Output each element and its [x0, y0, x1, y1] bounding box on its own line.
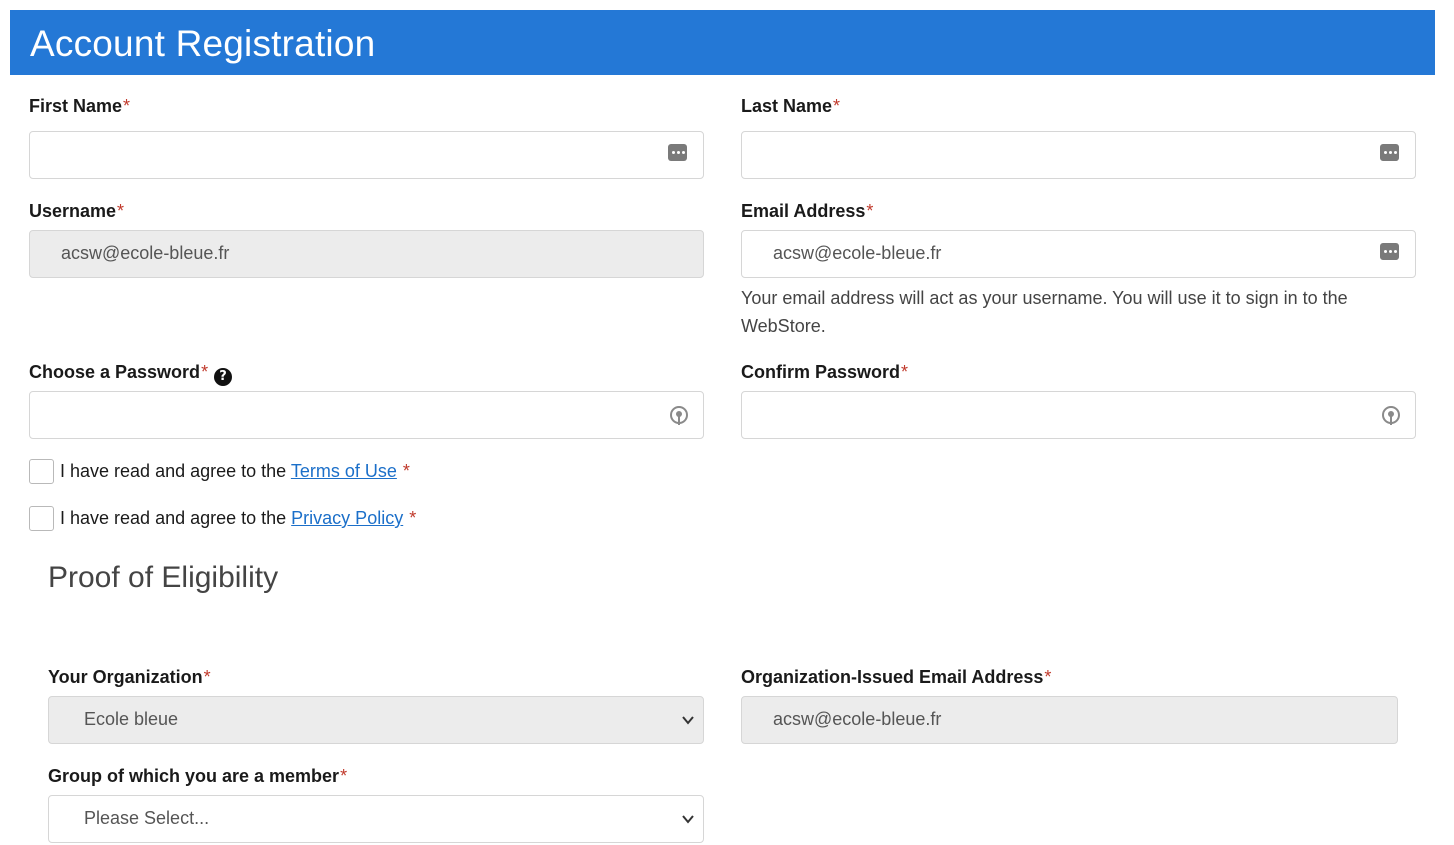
- required-marker: *: [866, 201, 874, 221]
- group-label-text: Group of which you are a member: [48, 766, 340, 786]
- terms-prefix: I have read and agree to the: [60, 461, 291, 481]
- org-email-field: acsw@ecole-bleue.fr: [741, 696, 1398, 744]
- org-email-value: acsw@ecole-bleue.fr: [773, 709, 942, 729]
- chevron-down-icon: [682, 716, 694, 725]
- first-name-label-text: First Name: [29, 96, 123, 116]
- terms-checkbox[interactable]: [29, 459, 54, 484]
- organization-select[interactable]: Ecole bleue: [48, 696, 704, 744]
- password-label: Choose a Password*?: [29, 362, 233, 386]
- password-key-icon[interactable]: [1381, 405, 1401, 427]
- first-name-input[interactable]: [29, 131, 704, 179]
- privacy-prefix: I have read and agree to the: [60, 508, 292, 528]
- organization-value: Ecole bleue: [84, 709, 179, 729]
- group-value: Please Select...: [84, 808, 210, 828]
- password-input[interactable]: [29, 391, 704, 439]
- question-circle-icon[interactable]: ?: [214, 368, 233, 386]
- organization-label: Your Organization*: [48, 667, 211, 688]
- email-input[interactable]: acsw@ecole-bleue.fr: [741, 230, 1416, 278]
- username-field: acsw@ecole-bleue.fr: [29, 230, 704, 278]
- privacy-policy-link[interactable]: Privacy Policy: [291, 508, 403, 528]
- org-email-label: Organization-Issued Email Address*: [741, 667, 1051, 688]
- terms-label: I have read and agree to the Terms of Us…: [60, 461, 410, 482]
- confirm-password-label-text: Confirm Password: [741, 362, 901, 382]
- organization-label-text: Your Organization: [48, 667, 203, 687]
- privacy-label: I have read and agree to the Privacy Pol…: [60, 508, 416, 529]
- required-marker: *: [833, 96, 841, 116]
- confirm-password-label: Confirm Password*: [741, 362, 908, 383]
- required-marker: *: [901, 362, 909, 382]
- autofill-dots-icon[interactable]: [1380, 243, 1399, 260]
- terms-of-use-link[interactable]: Terms of Use: [291, 461, 397, 481]
- privacy-checkbox[interactable]: [29, 506, 54, 531]
- autofill-dots-icon[interactable]: [1380, 144, 1399, 161]
- required-marker: *: [123, 96, 131, 116]
- password-label-text: Choose a Password: [29, 362, 201, 382]
- password-key-icon[interactable]: [669, 405, 689, 427]
- username-value: acsw@ecole-bleue.fr: [61, 243, 230, 263]
- required-marker: *: [201, 362, 209, 382]
- email-help-text: Your email address will act as your user…: [741, 288, 1348, 336]
- page-title: Account Registration: [30, 23, 376, 64]
- required-marker: *: [402, 461, 410, 481]
- email-label-text: Email Address: [741, 201, 866, 221]
- page-header: Account Registration: [10, 10, 1435, 75]
- required-marker: *: [203, 667, 211, 687]
- username-label-text: Username: [29, 201, 117, 221]
- username-label: Username*: [29, 201, 124, 222]
- email-value: acsw@ecole-bleue.fr: [773, 243, 942, 263]
- first-name-label: First Name*: [29, 96, 130, 117]
- required-marker: *: [409, 508, 417, 528]
- chevron-down-icon: [682, 815, 694, 824]
- confirm-password-input[interactable]: [741, 391, 1416, 439]
- last-name-input[interactable]: [741, 131, 1416, 179]
- last-name-label: Last Name*: [741, 96, 840, 117]
- required-marker: *: [1044, 667, 1052, 687]
- required-marker: *: [117, 201, 125, 221]
- autofill-dots-icon[interactable]: [668, 144, 687, 161]
- org-email-label-text: Organization-Issued Email Address: [741, 667, 1044, 687]
- eligibility-section-title: Proof of Eligibility: [48, 561, 279, 594]
- email-label: Email Address*: [741, 201, 873, 222]
- group-label: Group of which you are a member*: [48, 766, 347, 787]
- last-name-label-text: Last Name: [741, 96, 833, 116]
- required-marker: *: [340, 766, 348, 786]
- group-select[interactable]: Please Select...: [48, 795, 704, 843]
